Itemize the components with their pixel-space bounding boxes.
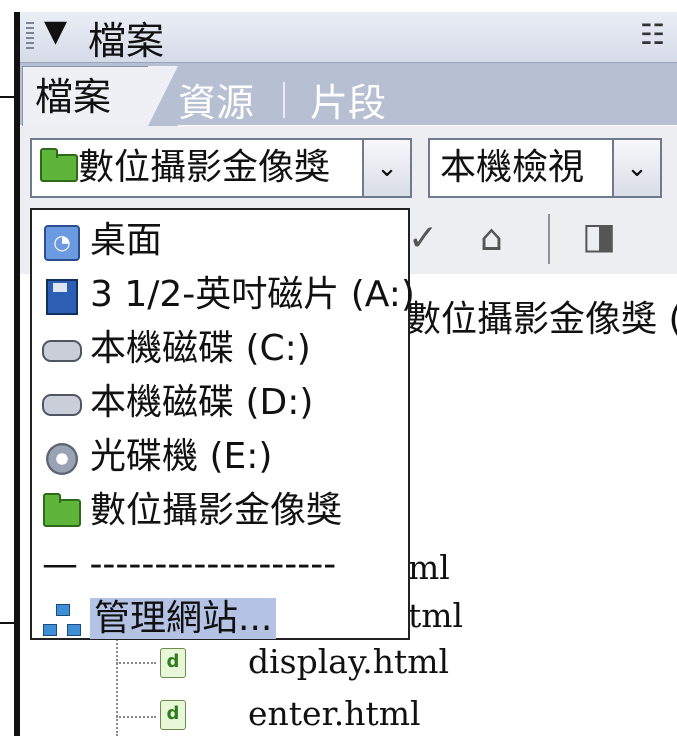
site-dropdown-list: ◔ 桌面 3 1/2-英吋磁片 (A:) 本機磁碟 (C:) 本機磁碟 (D:) … — [30, 208, 415, 640]
desktop-icon: ◔ — [42, 217, 82, 267]
folder-icon — [42, 487, 82, 537]
tree-root-label[interactable]: 數位攝影金像獎 (D — [405, 290, 677, 342]
dropdown-item-site-folder[interactable]: 數位攝影金像獎 — [42, 486, 342, 536]
view-select[interactable]: 本機檢視 — [428, 138, 614, 198]
site-select[interactable]: 數位攝影金像獎 — [30, 138, 370, 198]
dropdown-item-floppy[interactable]: 3 1/2-英吋磁片 (A:) — [42, 270, 415, 320]
dropdown-item-disk-d[interactable]: 本機磁碟 (D:) — [42, 378, 313, 428]
tree-file-display[interactable]: display.html — [248, 642, 449, 681]
dropdown-separator: — ------------------- — [42, 544, 337, 585]
site-select-value: 數位攝影金像獎 — [78, 147, 331, 188]
tree-file-enter[interactable]: enter.html — [248, 694, 421, 733]
floppy-icon — [42, 271, 82, 321]
tab-files-edge — [148, 66, 178, 126]
site-select-dropdown-button[interactable]: ⌄ — [362, 138, 412, 198]
cd-drive-icon — [42, 433, 82, 483]
manage-sites-icon — [42, 595, 82, 645]
callout-line-tab — [0, 96, 22, 98]
hard-disk-icon — [42, 379, 82, 429]
tree-file[interactable]: ml — [408, 548, 450, 587]
tab-snippets[interactable]: 片段 — [310, 72, 386, 127]
check-out-lock-icon[interactable]: ⌂ — [480, 218, 503, 259]
hard-disk-icon — [42, 325, 82, 375]
panel-options-icon[interactable]: ☷ — [640, 18, 665, 51]
tree-connector — [116, 662, 156, 664]
tab-divider — [283, 82, 285, 118]
tab-files[interactable]: 檔案 — [22, 66, 150, 126]
drag-grip-icon[interactable] — [26, 22, 34, 52]
dropdown-item-cd[interactable]: 光碟機 (E:) — [42, 432, 272, 482]
html-file-icon: d — [160, 700, 186, 730]
html-file-icon: d — [160, 648, 186, 678]
tab-assets[interactable]: 資源 — [178, 72, 254, 127]
folder-icon — [40, 148, 78, 182]
view-select-dropdown-button[interactable]: ⌄ — [612, 138, 662, 198]
dropdown-item-manage-sites[interactable]: 管理網站... — [42, 594, 277, 645]
tree-file[interactable]: tml — [408, 596, 463, 635]
expand-panel-icon[interactable]: ◨ — [582, 216, 616, 257]
dropdown-item-desktop[interactable]: ◔ 桌面 — [42, 216, 162, 266]
check-in-icon[interactable]: ✓ — [408, 218, 438, 259]
chevron-down-icon: ⌄ — [376, 153, 398, 183]
collapse-arrow-icon[interactable]: ▼ — [44, 14, 67, 49]
dropdown-item-disk-c[interactable]: 本機磁碟 (C:) — [42, 324, 311, 374]
toolbar-divider — [548, 214, 550, 264]
chevron-down-icon: ⌄ — [626, 153, 648, 183]
tree-connector — [116, 716, 156, 718]
panel-title: 檔案 — [88, 19, 165, 63]
